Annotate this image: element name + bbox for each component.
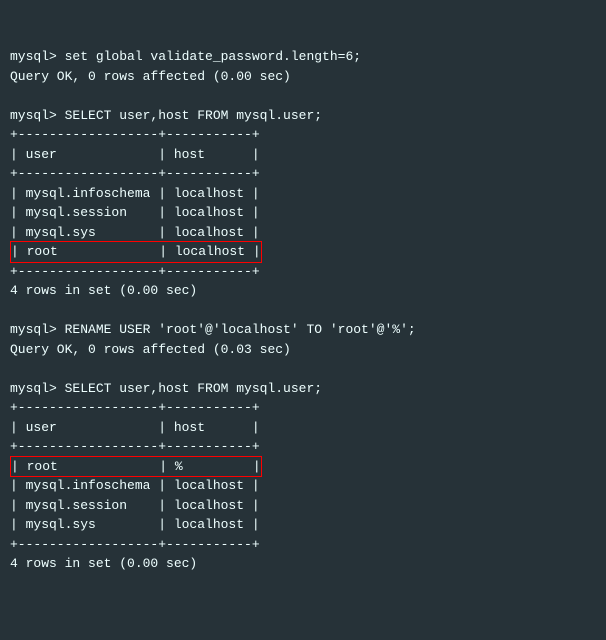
highlighted-row-root: | root | localhost | — [10, 241, 262, 263]
command-line: mysql> SELECT user,host FROM mysql.user; — [10, 379, 596, 399]
blank-line — [10, 86, 596, 106]
table-header: | user | host | — [10, 145, 596, 165]
table-border: +------------------+-----------+ — [10, 398, 596, 418]
result-summary: 4 rows in set (0.00 sec) — [10, 281, 596, 301]
highlighted-row-root: | root | % | — [10, 456, 262, 478]
command-line: mysql> RENAME USER 'root'@'localhost' TO… — [10, 320, 596, 340]
table-row: | mysql.session | localhost | — [10, 203, 596, 223]
result-summary: 4 rows in set (0.00 sec) — [10, 554, 596, 574]
table-border: +------------------+-----------+ — [10, 535, 596, 555]
table-row: | mysql.session | localhost | — [10, 496, 596, 516]
blank-line — [10, 301, 596, 321]
table-row: | mysql.infoschema | localhost | — [10, 184, 596, 204]
table-border: +------------------+-----------+ — [10, 437, 596, 457]
table-row: | mysql.sys | localhost | — [10, 223, 596, 243]
command-line: mysql> set global validate_password.leng… — [10, 47, 596, 67]
table-row: | mysql.infoschema | localhost | — [10, 476, 596, 496]
query-response: Query OK, 0 rows affected (0.03 sec) — [10, 340, 596, 360]
table-border: +------------------+-----------+ — [10, 164, 596, 184]
table-border: +------------------+-----------+ — [10, 125, 596, 145]
table-row: | mysql.sys | localhost | — [10, 515, 596, 535]
table-header: | user | host | — [10, 418, 596, 438]
command-line: mysql> SELECT user,host FROM mysql.user; — [10, 106, 596, 126]
terminal-output: mysql> set global validate_password.leng… — [10, 47, 596, 574]
query-response: Query OK, 0 rows affected (0.00 sec) — [10, 67, 596, 87]
table-border: +------------------+-----------+ — [10, 262, 596, 282]
blank-line — [10, 359, 596, 379]
